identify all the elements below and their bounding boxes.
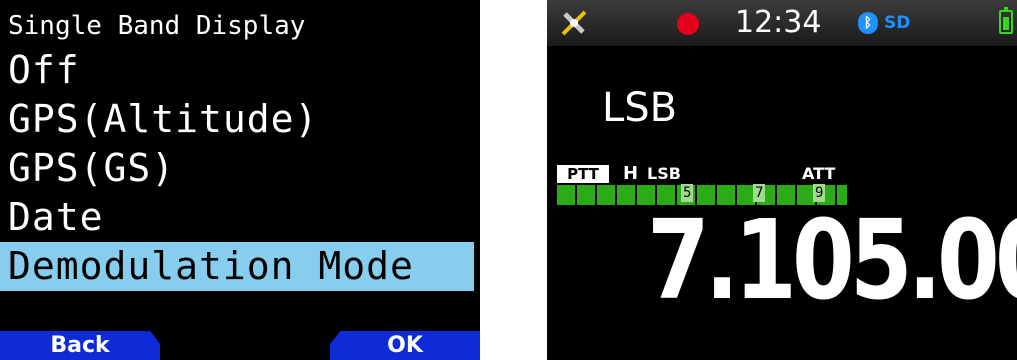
battery-icon: [999, 7, 1013, 34]
menu-item-gps-altitude[interactable]: GPS(Altitude): [0, 95, 480, 144]
sd-card-icon: SD: [884, 13, 911, 33]
menu-item-demodulation-mode[interactable]: Demodulation Mode: [0, 242, 474, 291]
menu-title: Single Band Display: [8, 11, 306, 41]
back-button[interactable]: Back: [0, 331, 160, 360]
menu-screen: Single Band Display Off GPS(Altitude) GP…: [0, 0, 480, 360]
bluetooth-icon: ᛒ: [858, 12, 878, 34]
s-meter-segment: [577, 185, 595, 205]
attenuator-indicator: ATT: [802, 164, 836, 183]
mode-label: LSB: [602, 85, 678, 131]
power-indicator: H: [623, 163, 639, 184]
s-meter-segment: [617, 185, 635, 205]
mode-indicator: LSB: [647, 164, 681, 183]
gps-icon: [561, 10, 587, 36]
s-meter-segment: [557, 185, 575, 205]
s-meter-segment: [597, 185, 615, 205]
ptt-badge: PTT: [557, 165, 609, 183]
ok-button[interactable]: OK: [330, 331, 480, 360]
menu-item-date[interactable]: Date: [0, 193, 480, 242]
menu-item-off[interactable]: Off: [0, 46, 480, 95]
record-icon: [677, 13, 699, 35]
display-screen: 12:34 ᛒ SD LSB PTT H LSB ATT 5 7 9 7.105…: [547, 0, 1017, 360]
status-bar: 12:34 ᛒ SD: [547, 0, 1017, 46]
menu-item-gps-gs[interactable]: GPS(GS): [0, 144, 480, 193]
frequency-display: 7.105.00: [647, 196, 1017, 324]
menu-list: Off GPS(Altitude) GPS(GS) Date Demodulat…: [0, 46, 480, 291]
clock: 12:34: [735, 5, 822, 40]
